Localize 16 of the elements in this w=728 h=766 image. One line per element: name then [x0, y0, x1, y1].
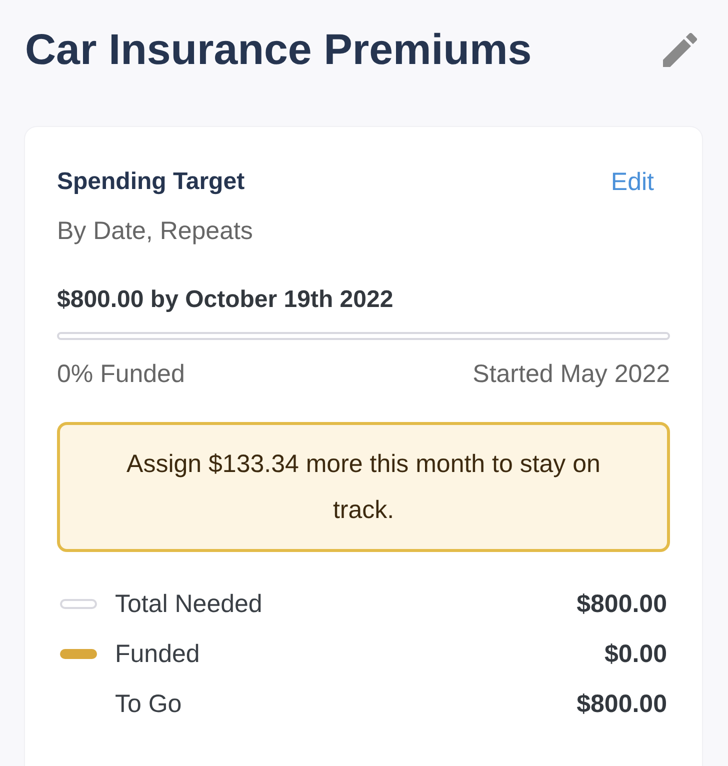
legend-label: To Go [115, 689, 183, 720]
legend-amount: $800.00 [576, 689, 667, 720]
edit-button[interactable] [663, 33, 697, 67]
legend-amount: $800.00 [576, 589, 667, 620]
funded-percent: 0% Funded [57, 359, 185, 390]
assign-alert: Assign $133.34 more this month to stay on track. [57, 422, 670, 552]
start-date: Started May 2022 [472, 359, 670, 390]
legend-label: Total Needed [115, 589, 264, 620]
target-goal: $800.00 by October 19th 2022 [57, 285, 394, 315]
page-title: Car Insurance Premiums [25, 25, 532, 75]
target-type: By Date, Repeats [57, 216, 254, 247]
edit-link[interactable]: Edit [610, 166, 654, 198]
target-heading: Spending Target [57, 167, 245, 197]
pencil-icon [663, 33, 697, 67]
legend-label: Funded [115, 639, 201, 670]
legend-amount: $0.00 [604, 639, 667, 670]
